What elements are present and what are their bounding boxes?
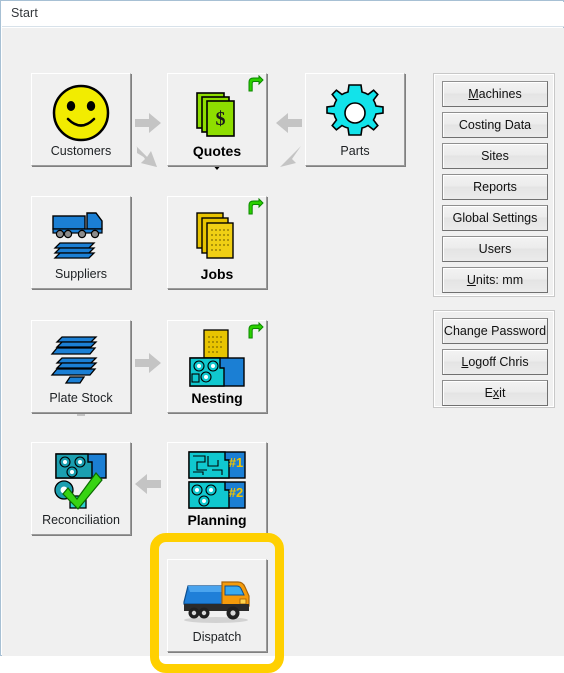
- dollar-documents-icon: $: [168, 80, 266, 146]
- button-exit-label-post: it: [499, 386, 506, 400]
- button-exit-label-pre: E: [484, 386, 493, 400]
- planning-nest-label-2: #2: [229, 485, 243, 500]
- arrow-planning-to-reconciliation: [135, 474, 161, 494]
- button-units-accel: U: [466, 273, 476, 287]
- planning-nests-icon: #1 #2: [168, 449, 266, 515]
- tile-dispatch[interactable]: Dispatch: [167, 559, 267, 652]
- button-change-password-label: Change Password: [443, 324, 547, 338]
- client-area: Customers $ Quotes Parts Suppliers Jobs …: [2, 28, 564, 673]
- smiley-face-icon: [32, 80, 130, 146]
- tile-suppliers[interactable]: Suppliers: [31, 196, 131, 289]
- tile-label-quotes: Quotes: [192, 143, 242, 159]
- button-exit[interactable]: Exit: [442, 380, 548, 406]
- tile-label-dispatch: Dispatch: [192, 630, 242, 644]
- tile-planning[interactable]: #1 #2 Planning: [167, 442, 267, 535]
- yellow-documents-icon: [168, 203, 266, 269]
- sidebar-group-session: Change Password Logoff Chris Exit: [433, 310, 555, 408]
- button-costing-data-label: Costing Data: [458, 118, 532, 132]
- tile-label-parts: Parts: [340, 144, 370, 158]
- button-global-settings[interactable]: Global Settings: [442, 205, 548, 231]
- stacked-plates-icon: [32, 327, 130, 393]
- sidebar-group-primary: Machines Costing Data Sites Reports Glob…: [433, 73, 555, 297]
- dispatch-truck-icon: [168, 566, 266, 632]
- arrow-platestock-to-nesting: [135, 353, 161, 373]
- button-change-password[interactable]: Change Password: [442, 318, 548, 344]
- button-reports[interactable]: Reports: [442, 174, 548, 200]
- button-logoff[interactable]: Logoff Chris: [442, 349, 548, 375]
- button-units-label: nits: mm: [475, 273, 524, 287]
- tile-jobs[interactable]: Jobs: [167, 196, 267, 289]
- arrow-customers-to-suppliers: [136, 146, 157, 167]
- button-reports-label: Reports: [473, 180, 517, 194]
- arrow-customers-to-quotes: [135, 113, 161, 133]
- title-bar: Start: [2, 2, 564, 27]
- button-machines[interactable]: Machines: [442, 81, 548, 107]
- button-logoff-label: ogoff Chris: [468, 355, 529, 369]
- button-machines-label: achines: [478, 87, 522, 101]
- truck-and-plates-icon: [32, 203, 130, 269]
- application-window: Start Customers $ Quotes Parts Suppliers…: [0, 0, 564, 673]
- tile-label-suppliers: Suppliers: [54, 267, 108, 281]
- tile-label-nesting: Nesting: [191, 390, 243, 406]
- tile-nesting[interactable]: Nesting: [167, 320, 267, 413]
- tile-customers[interactable]: Customers: [31, 73, 131, 166]
- button-machines-accel: M: [468, 87, 479, 101]
- button-units[interactable]: Units: mm: [442, 267, 548, 293]
- tile-label-planning: Planning: [187, 512, 247, 528]
- planning-nest-label-1: #1: [229, 455, 243, 470]
- tile-reconciliation[interactable]: Reconciliation: [31, 442, 131, 535]
- nest-checkmark-icon: [32, 449, 130, 515]
- tile-plate-stock[interactable]: Plate Stock: [31, 320, 131, 413]
- tile-label-plate-stock: Plate Stock: [49, 391, 113, 405]
- tile-label-jobs: Jobs: [200, 266, 234, 282]
- window-title: Start: [11, 6, 38, 20]
- tile-quotes[interactable]: $ Quotes: [167, 73, 267, 166]
- button-costing-data[interactable]: Costing Data: [442, 112, 548, 138]
- tile-parts[interactable]: Parts: [305, 73, 405, 166]
- button-global-settings-label: Global Settings: [452, 211, 538, 225]
- arrow-parts-to-jobs: [280, 146, 301, 167]
- arrow-parts-to-quotes: [276, 113, 302, 133]
- button-users[interactable]: Users: [442, 236, 548, 262]
- button-users-label: Users: [478, 242, 512, 256]
- tile-label-customers: Customers: [50, 144, 112, 158]
- tile-label-reconciliation: Reconciliation: [42, 513, 120, 527]
- nesting-layout-icon: [168, 327, 266, 393]
- button-sites[interactable]: Sites: [442, 143, 548, 169]
- svg-text:$: $: [216, 108, 226, 130]
- button-sites-label: Sites: [481, 149, 509, 163]
- cyan-gear-icon: [306, 80, 404, 146]
